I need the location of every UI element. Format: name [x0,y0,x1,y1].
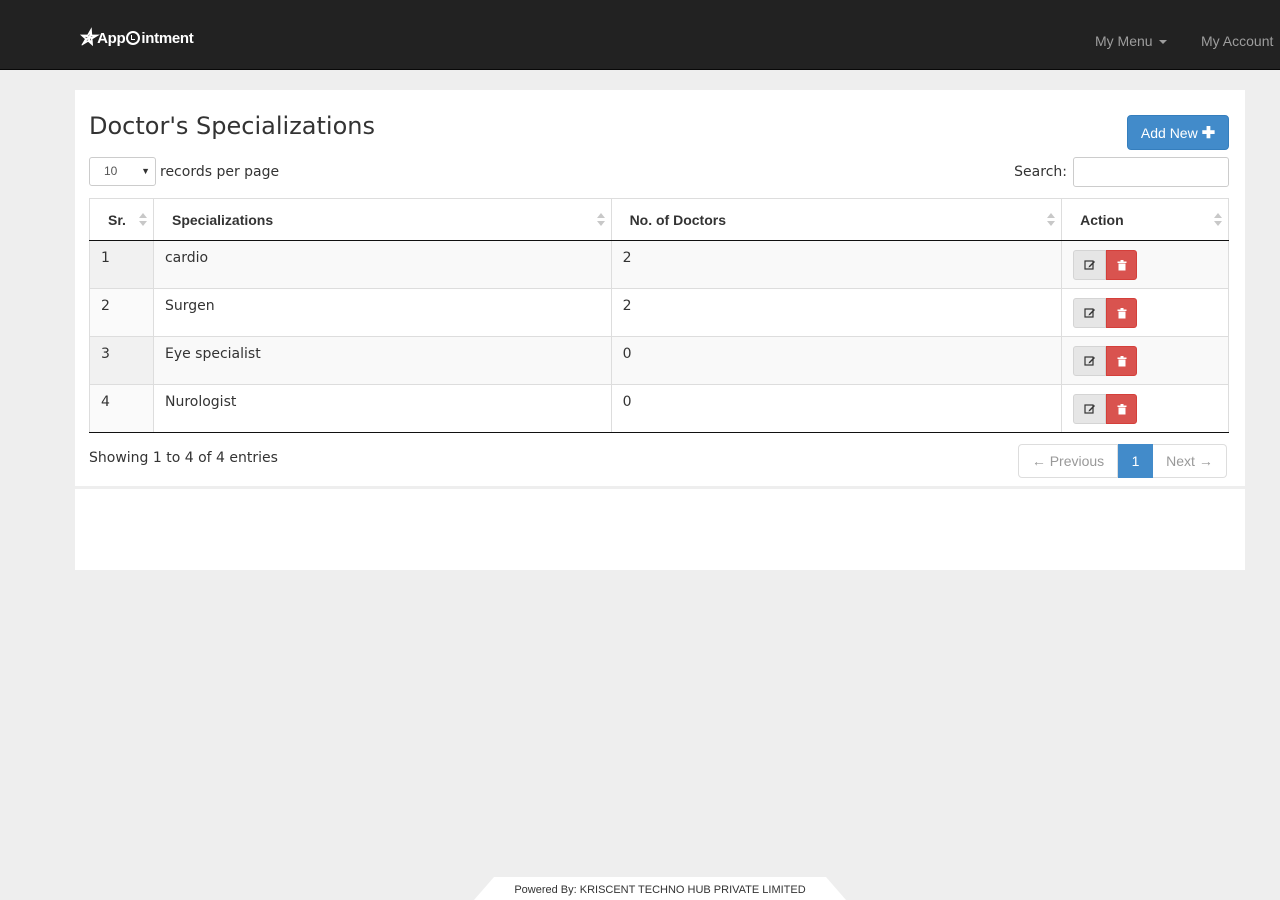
cell-specialization: Eye specialist [152,336,612,385]
delete-button[interactable] [1106,346,1138,376]
page-1-button[interactable]: 1 [1118,444,1153,478]
panel-divider [75,486,1245,489]
add-new-button[interactable]: Add New ✚ [1127,115,1229,150]
sort-icon [596,213,605,227]
add-new-label: Add New [1140,124,1198,141]
trash-icon [1117,259,1127,270]
column-header-doctors-label: No. of Doctors [629,211,727,228]
edit-icon [1083,356,1095,366]
specializations-table: Sr. Specializations No. of Doctors Actio… [89,198,1229,433]
delete-button[interactable] [1106,394,1138,424]
search-label: Search: [1014,164,1067,180]
edit-icon [1083,308,1095,318]
cell-actions [1061,336,1229,385]
search-control: Search: [1014,157,1229,187]
edit-icon [1083,404,1095,414]
cell-actions [1061,288,1229,337]
clock-icon [126,31,141,45]
cell-sr: 4 [89,384,154,433]
my-account-link[interactable]: My Account [1201,33,1280,49]
my-menu-dropdown[interactable]: My Menu [1095,33,1167,49]
select-arrow-icon: ▼ [141,166,150,176]
my-menu-label: My Menu [1095,33,1153,49]
brand-text-part2: intment [141,29,194,47]
trash-icon [1117,307,1127,318]
table-info-text: Showing 1 to 4 of 4 entries [89,450,278,466]
cell-sr: 2 [89,288,154,337]
brand-star-icon: ✯ [78,25,97,50]
edit-button[interactable] [1073,394,1107,424]
cell-specialization: Surgen [152,288,612,337]
table-row: 4 Nurologist 0 [89,384,1229,433]
plus-icon: ✚ [1201,124,1216,142]
table-row: 3 Eye specialist 0 [89,336,1229,385]
page-length-control: 10 ▼ records per page [89,157,279,186]
search-input[interactable] [1073,157,1229,187]
footer-powered-by: Powered By: KRISCENT TECHNO HUB PRIVATE … [474,877,846,900]
cell-sr: 3 [89,336,154,385]
table-row: 2 Surgen 2 [89,288,1229,337]
my-account-label: My Account [1201,33,1274,49]
cell-specialization: Nurologist [152,384,612,433]
column-header-specializations-label: Specializations [171,211,274,228]
column-header-sr-label: Sr. [108,211,126,228]
cell-doctor-count: 2 [610,240,1063,289]
sort-icon [1214,213,1222,227]
sort-icon [138,213,147,227]
cell-doctor-count: 0 [610,336,1063,385]
column-header-doctors[interactable]: No. of Doctors [610,198,1063,241]
column-header-action-label: Action [1080,211,1124,228]
edit-button[interactable] [1073,346,1107,376]
next-page-button[interactable]: Next → [1153,444,1227,478]
cell-sr: 1 [89,240,154,289]
table-header-row: Sr. Specializations No. of Doctors Actio… [89,198,1229,241]
brand-logo[interactable]: ✯ App intment [78,24,194,52]
page-length-select[interactable]: 10 ▼ [89,157,156,186]
column-header-specializations[interactable]: Specializations [152,198,612,241]
cell-doctor-count: 0 [610,384,1063,433]
sort-icon [1047,213,1056,227]
pagination: ← Previous 1 Next → [1018,444,1227,478]
trash-icon [1117,403,1127,414]
column-header-sr[interactable]: Sr. [89,198,154,241]
cell-doctor-count: 2 [610,288,1063,337]
caret-down-icon [1158,40,1167,45]
page-title: Doctor's Specializations [89,112,375,140]
cell-actions [1061,240,1229,289]
page-length-label: records per page [160,163,280,180]
edit-button[interactable] [1073,250,1107,280]
delete-button[interactable] [1106,250,1138,280]
delete-button[interactable] [1106,298,1138,328]
page-length-value: 10 [104,164,118,178]
top-navbar: ✯ App intment My Menu My Account [0,0,1280,70]
edit-button[interactable] [1073,298,1107,328]
column-header-action[interactable]: Action [1061,198,1229,241]
cell-specialization: cardio [152,240,612,289]
edit-icon [1083,260,1095,270]
previous-page-button[interactable]: ← Previous [1018,444,1118,478]
content-panel: Doctor's Specializations Add New ✚ 10 ▼ … [75,90,1245,570]
table-row: 1 cardio 2 [89,240,1229,289]
cell-actions [1061,384,1229,433]
brand-text-part1: App [97,29,126,47]
trash-icon [1117,355,1127,366]
